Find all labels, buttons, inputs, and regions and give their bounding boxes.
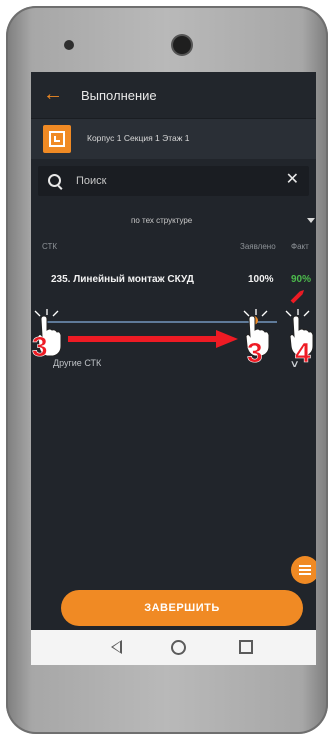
other-stk-label[interactable]: Другие СТК (53, 358, 101, 368)
chevron-down-icon[interactable]: ∨ (290, 359, 300, 370)
nav-recent-icon[interactable] (239, 640, 253, 654)
location-text: Корпус 1 Секция 1 Этаж 1 (87, 133, 190, 143)
arrow-left-icon[interactable]: ← (43, 84, 63, 104)
finish-button[interactable]: ЗАВЕРШИТЬ (61, 590, 303, 626)
app-bar: ← Выполнение (31, 72, 316, 118)
location-bar: Корпус 1 Секция 1 Этаж 1 (31, 118, 316, 159)
column-header-declared: Заявлено (240, 242, 276, 251)
filter-select[interactable]: по тех структуре (131, 216, 192, 225)
column-header-name: СТК (42, 242, 58, 251)
nav-home-icon[interactable] (171, 640, 186, 655)
close-icon[interactable]: ✕ (286, 171, 299, 189)
search-icon (48, 174, 61, 187)
row-fact: 90% (291, 274, 312, 285)
row-declared: 100% (248, 274, 274, 285)
plan-icon (43, 125, 71, 153)
chevron-down-icon[interactable] (307, 218, 315, 223)
phone-frame: ← Выполнение Корпус 1 Секция 1 Этаж 1 По… (6, 6, 328, 734)
menu-icon[interactable] (291, 556, 316, 584)
progress-slider-thumb[interactable] (249, 316, 258, 325)
row-name: 235. Линейный монтаж СКУД (51, 274, 194, 285)
front-camera (173, 36, 191, 54)
search-input[interactable]: Поиск (76, 175, 106, 187)
system-nav-bar (31, 630, 316, 665)
page-title: Выполнение (81, 88, 157, 103)
search-bar[interactable]: Поиск ✕ (38, 166, 309, 196)
column-header-fact: Факт (291, 242, 309, 251)
speaker-dot (64, 40, 74, 50)
app-screen: ← Выполнение Корпус 1 Секция 1 Этаж 1 По… (31, 72, 316, 665)
progress-slider-track[interactable] (45, 321, 277, 323)
nav-back-icon[interactable] (111, 640, 122, 654)
